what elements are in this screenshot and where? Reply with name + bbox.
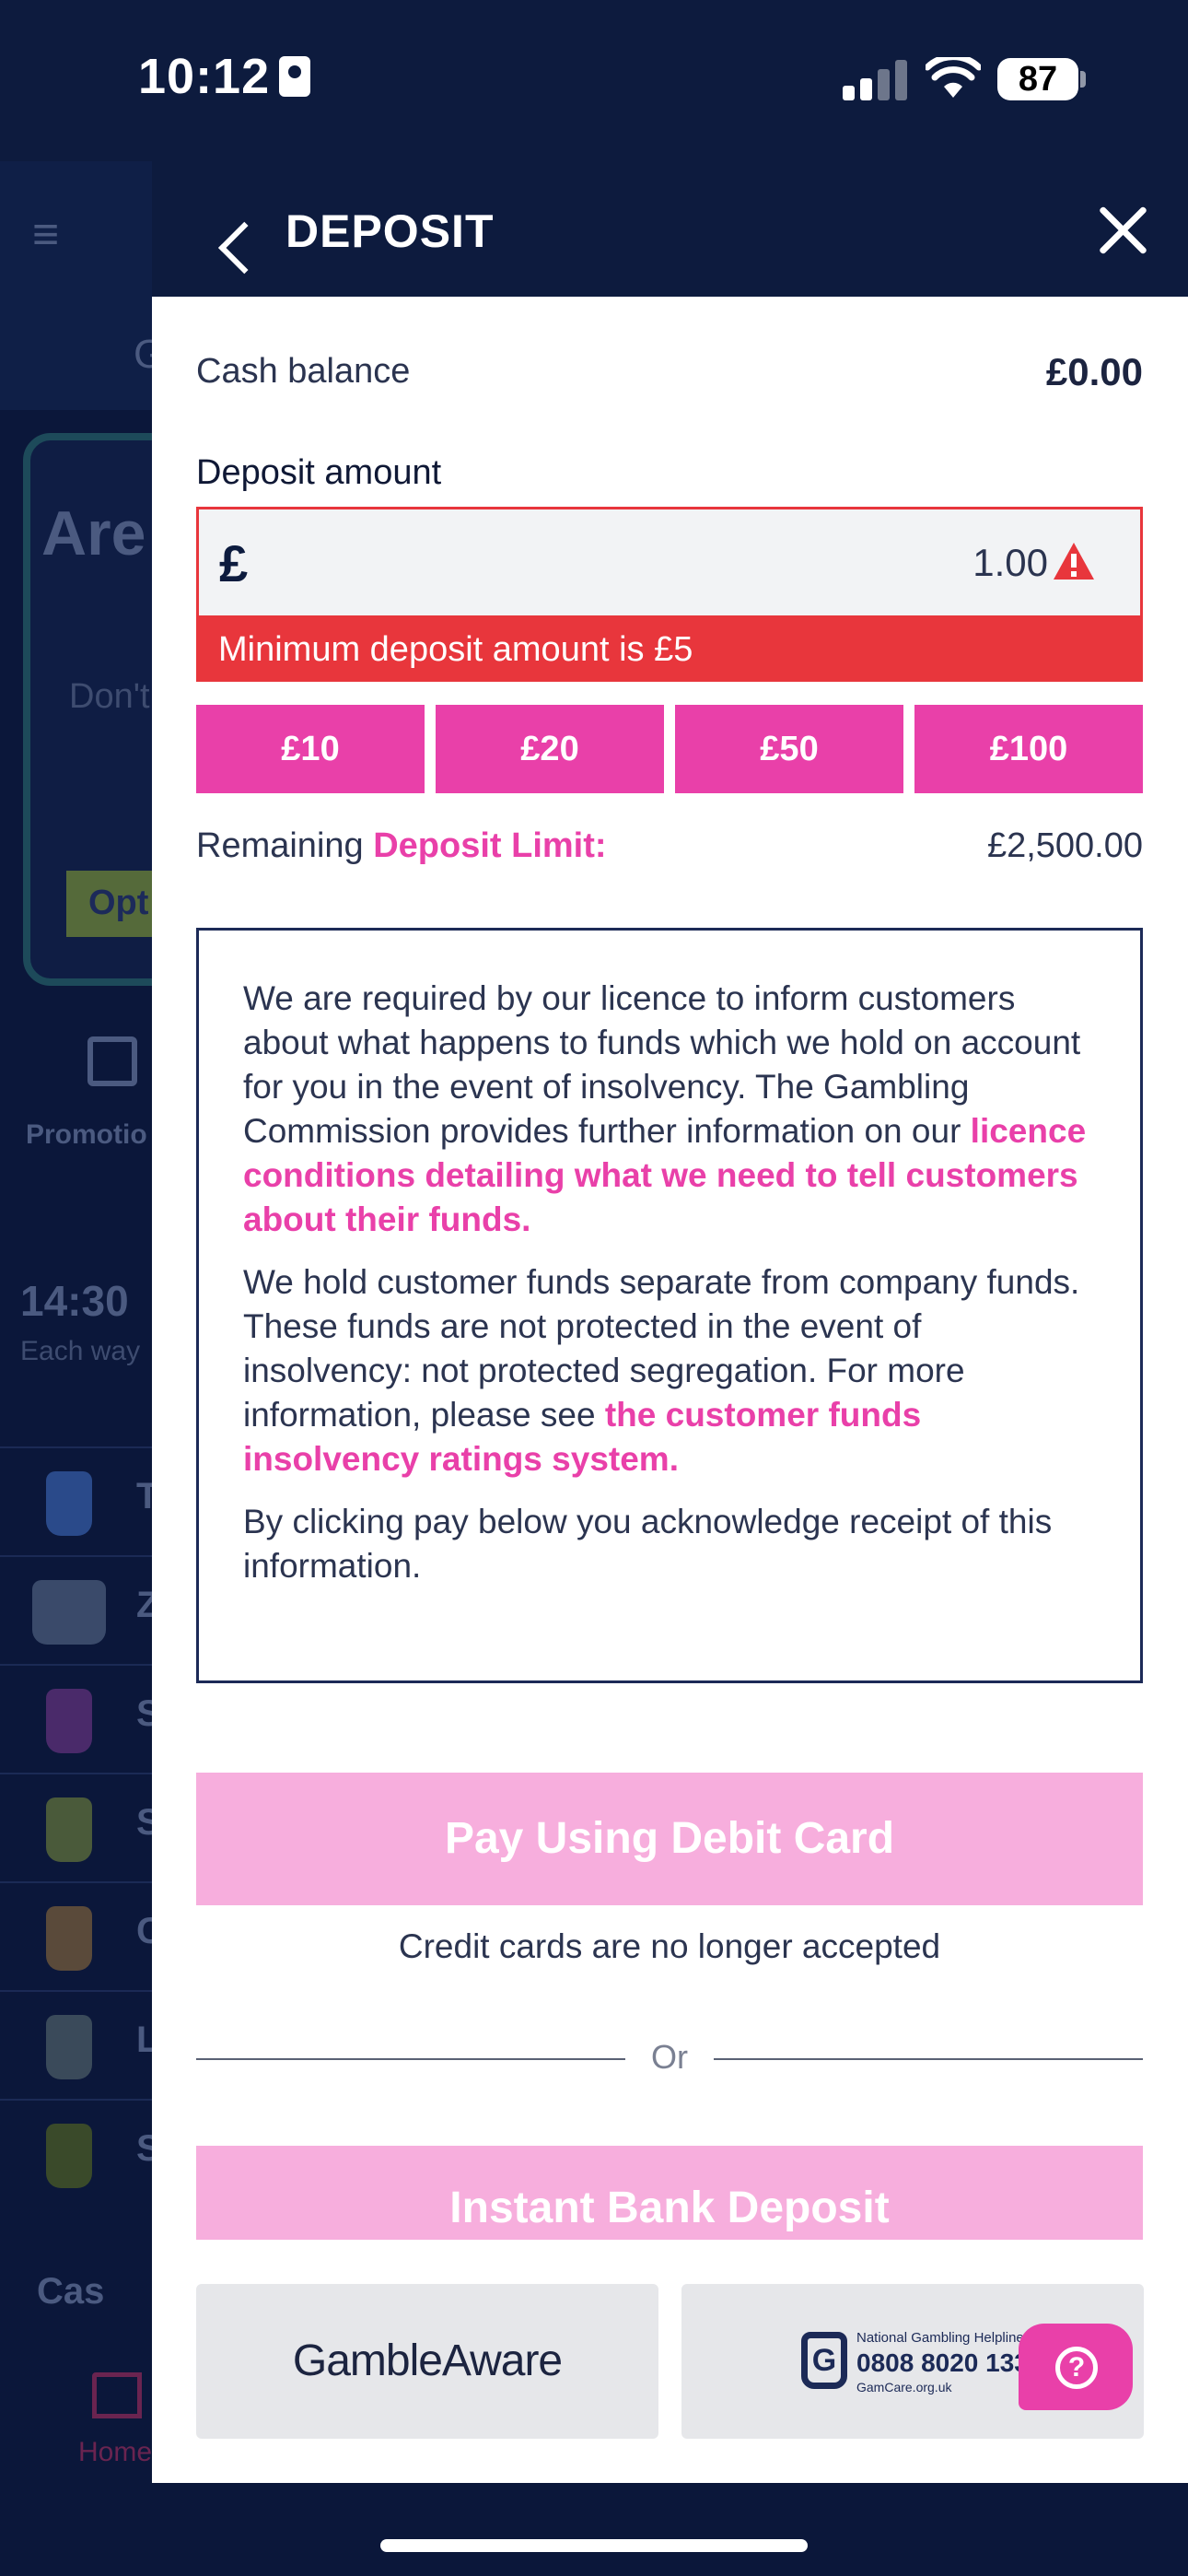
gamcare-icon: G [801,2332,847,2389]
bg-promo-button: Opt [66,871,152,937]
bg-runner-row: C [0,1881,152,1990]
status-time-text: 10:12 [138,49,271,104]
bg-runner-name: C [136,1911,152,1951]
bg-top-bar: ≡ G [0,161,152,410]
bg-race-sub: Each way [20,1336,141,1366]
deposit-limit-prefix: Remaining [196,826,364,865]
cellular-signal-icon [843,60,907,100]
bg-runner-name: L [136,2020,152,2060]
info-paragraph-2: We hold customer funds separate from com… [243,1260,1096,1481]
bg-runner-row: Z [0,1555,152,1664]
jockey-silk-icon [46,1797,92,1862]
bg-runner-name: S [136,1802,152,1843]
battery-icon: 87 [997,58,1078,100]
quick-amount-20-button[interactable]: £20 [436,705,664,793]
back-button[interactable] [198,198,253,263]
home-indicator[interactable] [380,2539,808,2552]
gamcare-url: GamCare.org.uk [856,2380,952,2395]
jockey-silk-icon [46,1471,92,1536]
deposit-limit-link[interactable]: Deposit Limit: [373,826,606,865]
gamcare-helpline-title: National Gambling Helpline [856,2330,1024,2346]
bg-promotions-label: Promotio [26,1119,147,1150]
bg-tab: G [134,332,152,377]
deposit-header: DEPOSIT [152,161,1188,297]
gambleaware-logo[interactable]: GambleAware [196,2284,658,2439]
quick-amount-10-button[interactable]: £10 [196,705,425,793]
currency-symbol: £ [219,534,249,592]
insolvency-info-box: We are required by our licence to inform… [196,928,1143,1683]
jockey-silk-icon [32,1580,106,1645]
deposit-limit-label: Remaining Deposit Limit: [196,826,607,866]
quick-amount-100-button[interactable]: £100 [914,705,1143,793]
divider-right [714,2058,1143,2060]
status-bar: 10:12 87 [0,0,1188,161]
status-time: 10:12 [138,48,311,105]
battery-nub [1080,71,1086,88]
bg-promo-sub: Don't [69,677,150,716]
background-app: ≡ G Are Don't Opt Promotio 14:30 Each wa… [0,161,152,2576]
jockey-silk-icon [46,1906,92,1971]
jockey-silk-icon [46,2015,92,2079]
gamcare-phone: 0808 8020 133 [856,2348,1029,2377]
deposit-limit-value: £2,500.00 [986,826,1143,865]
menu-search-icon: ≡ [32,208,60,260]
bg-runner-row: S [0,1664,152,1773]
bg-runner-name: Z [136,1585,152,1625]
bg-race-time: 14:30 [20,1277,129,1325]
warning-icon [1054,543,1094,580]
pay-debit-card-button[interactable]: Pay Using Debit Card [196,1773,1143,1905]
bg-runner-row: T [0,1446,152,1555]
contact-badge-icon [279,56,311,97]
or-divider-label: Or [651,2038,688,2076]
deposit-amount-label: Deposit amount [196,453,442,492]
wifi-icon [926,57,981,98]
home-icon [92,2372,142,2418]
page-title: DEPOSIT [285,205,495,257]
divider-left [196,2058,625,2060]
info-text-1: We are required by our licence to inform… [243,979,1081,1150]
credit-card-note: Credit cards are no longer accepted [398,1927,941,1965]
help-button[interactable]: ? [1019,2324,1133,2410]
bg-promo-title: Are [41,498,146,568]
bg-runner-name: S [136,2128,152,2169]
instant-bank-deposit-button[interactable]: Instant Bank Deposit [196,2146,1143,2240]
jockey-silk-icon [46,1689,92,1753]
bg-casino-label: Cas [37,2271,105,2312]
question-icon: ? [1055,2347,1098,2389]
cash-balance-label: Cash balance [196,352,411,391]
bg-runner-row: S [0,1773,152,1881]
bg-runner-row: S [0,2099,152,2207]
bg-runner-name: S [136,1693,152,1734]
info-paragraph-1: We are required by our licence to inform… [243,977,1096,1242]
jockey-silk-icon [46,2124,92,2188]
close-button[interactable] [1096,203,1151,258]
info-paragraph-3: By clicking pay below you acknowledge re… [243,1503,1053,1585]
deposit-error-message: Minimum deposit amount is £5 [196,615,1143,682]
bg-runner-name: T [136,1476,152,1516]
deposit-amount-input[interactable]: £ 1.00 Minimum deposit amount is £5 [196,507,1143,682]
cash-balance-value: £0.00 [1045,350,1143,393]
deposit-amount-value[interactable]: 1.00 [973,541,1048,585]
gift-icon [87,1036,137,1086]
quick-amount-50-button[interactable]: £50 [675,705,903,793]
bg-runner-row: L [0,1990,152,2099]
bg-home-label: Home [78,2437,152,2467]
